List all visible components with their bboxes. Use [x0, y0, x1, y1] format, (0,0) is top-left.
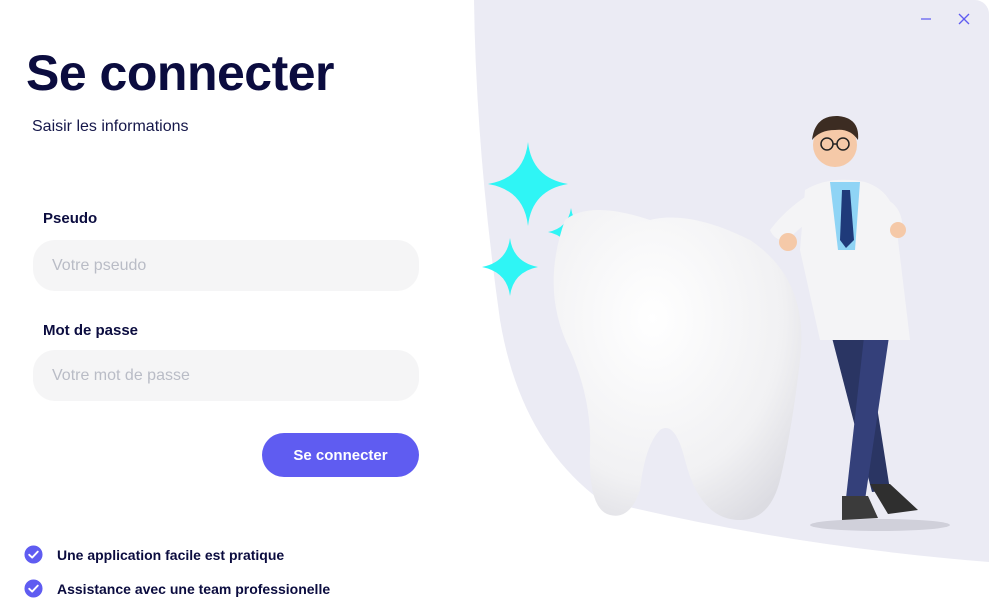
- minimize-button[interactable]: [916, 9, 936, 29]
- feature-item: Une application facile est pratique: [24, 545, 284, 564]
- dentist-illustration: [482, 115, 950, 531]
- feature-text: Assistance avec une team professionelle: [57, 580, 331, 597]
- username-input[interactable]: [33, 240, 419, 291]
- login-button[interactable]: Se connecter: [262, 433, 419, 477]
- login-window: Se connecter Saisir les informations Pse…: [0, 0, 989, 615]
- tooth-shape: [553, 210, 802, 520]
- page-title: Se connecter: [26, 45, 335, 101]
- check-circle-icon: [24, 579, 43, 598]
- page-subtitle: Saisir les informations: [32, 118, 189, 135]
- minimize-icon: [921, 18, 931, 20]
- close-button[interactable]: [954, 9, 974, 29]
- password-label: Mot de passe: [43, 322, 139, 339]
- check-circle-icon: [24, 545, 43, 564]
- close-icon: [958, 13, 970, 25]
- password-input[interactable]: [33, 350, 419, 401]
- feature-text: Une application facile est pratique: [57, 546, 285, 563]
- username-label: Pseudo: [43, 210, 98, 227]
- feature-item: Assistance avec une team professionelle: [24, 579, 330, 598]
